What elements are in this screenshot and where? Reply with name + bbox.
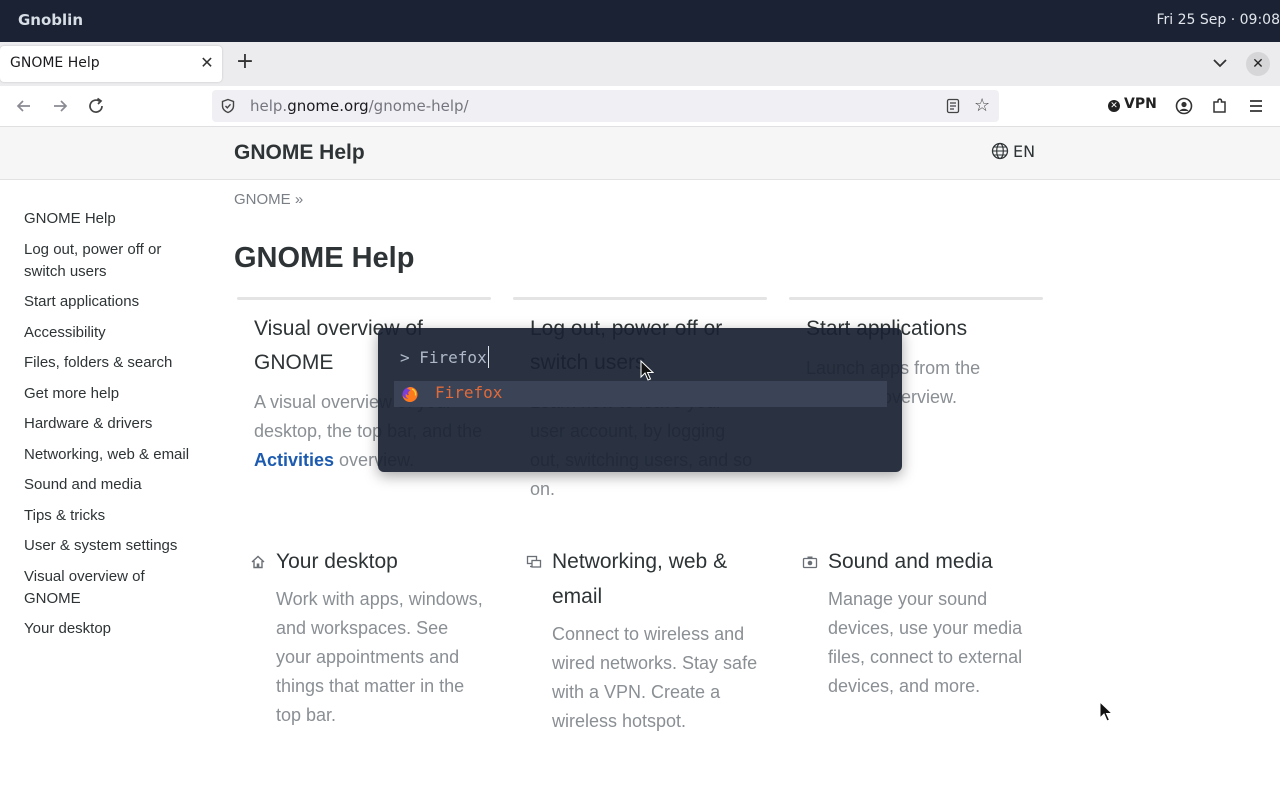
sidebar-item-visual-overview[interactable]: Visual overview of GNOME — [24, 566, 204, 610]
card-title[interactable]: Your desktop — [276, 544, 486, 579]
extensions-icon[interactable] — [1208, 94, 1232, 118]
home-icon — [251, 555, 265, 569]
camera-icon — [802, 556, 818, 569]
card-description: Work with apps, windows, and workspaces.… — [276, 589, 483, 725]
menu-icon[interactable] — [1244, 94, 1268, 118]
close-tab-icon[interactable]: ✕ — [200, 54, 214, 72]
tab-gnome-help[interactable]: GNOME Help ✕ — [0, 46, 222, 82]
card-title[interactable]: Sound and media — [828, 544, 1043, 579]
top-bar: Gnoblin Fri 25 Sep · 09:08 — [0, 0, 1280, 42]
card-networking[interactable]: Networking, web & email Connect to wirel… — [552, 544, 767, 736]
tab-title: GNOME Help — [10, 55, 100, 71]
back-icon[interactable] — [12, 94, 36, 118]
tab-strip: GNOME Help ✕ + ✕ — [0, 42, 1280, 86]
site-security-icon[interactable] — [220, 98, 236, 114]
page-title: GNOME Help — [234, 242, 415, 274]
card-divider — [513, 297, 767, 300]
card-divider — [237, 297, 491, 300]
sidebar-item-hardware[interactable]: Hardware & drivers — [24, 413, 204, 435]
url-text[interactable]: help.gnome.org/gnome-help/ — [250, 97, 469, 115]
window-close-button[interactable]: ✕ — [1246, 52, 1270, 76]
sidebar-item-get-more-help[interactable]: Get more help — [24, 383, 204, 405]
app-launcher-popup[interactable]: > Firefox Firefox — [378, 328, 902, 472]
page-header: GNOME Help EN — [0, 127, 1280, 180]
sidebar-item-start-applications[interactable]: Start applications — [24, 291, 204, 313]
network-icon — [526, 555, 542, 568]
sidebar-item-log-out[interactable]: Log out, power off or switch users — [24, 239, 204, 283]
firefox-icon — [402, 387, 418, 402]
mouse-cursor-icon — [1099, 701, 1113, 722]
launcher-result-firefox[interactable]: Firefox — [394, 381, 887, 407]
reader-view-icon[interactable] — [945, 98, 961, 114]
sidebar-item-gnome-help[interactable]: GNOME Help — [24, 208, 204, 230]
launcher-result-label: Firefox — [435, 383, 503, 402]
card-title[interactable]: Networking, web & email — [552, 544, 767, 614]
sidebar-item-files[interactable]: Files, folders & search — [24, 352, 204, 374]
launcher-search-input[interactable]: > Firefox — [400, 346, 489, 368]
reload-icon[interactable] — [84, 94, 108, 118]
mouse-cursor-icon — [640, 360, 654, 381]
globe-icon — [991, 142, 1009, 160]
sidebar-item-accessibility[interactable]: Accessibility — [24, 322, 204, 344]
sidebar-nav: GNOME Help Log out, power off or switch … — [24, 208, 204, 649]
language-selector[interactable]: EN — [991, 142, 1035, 161]
breadcrumb[interactable]: GNOME » — [234, 191, 303, 208]
new-tab-button[interactable]: + — [234, 50, 256, 74]
list-all-tabs-icon[interactable] — [1209, 52, 1231, 74]
sidebar-item-sound[interactable]: Sound and media — [24, 474, 204, 496]
vpn-button[interactable]: ✕ VPN — [1108, 96, 1157, 112]
sidebar-item-tips[interactable]: Tips & tricks — [24, 505, 204, 527]
card-sound-media[interactable]: Sound and media Manage your sound device… — [828, 544, 1043, 701]
card-description: Manage your sound devices, use your medi… — [828, 589, 1023, 696]
bookmark-star-icon[interactable]: ☆ — [974, 96, 990, 116]
activities-link[interactable]: Activities — [254, 450, 334, 470]
card-description: Connect to wireless and wired networks. … — [552, 624, 758, 731]
card-your-desktop[interactable]: Your desktop Work with apps, windows, an… — [276, 544, 486, 730]
sidebar-item-your-desktop[interactable]: Your desktop — [24, 618, 204, 640]
site-brand[interactable]: GNOME Help — [234, 141, 365, 165]
forward-icon[interactable] — [48, 94, 72, 118]
sidebar-item-settings[interactable]: User & system settings — [24, 535, 204, 557]
address-bar[interactable]: help.gnome.org/gnome-help/ ☆ — [212, 90, 999, 122]
account-icon[interactable] — [1172, 94, 1196, 118]
activities-app-name[interactable]: Gnoblin — [18, 11, 83, 29]
sidebar-item-networking[interactable]: Networking, web & email — [24, 444, 204, 466]
navigation-bar: help.gnome.org/gnome-help/ ☆ ✕ VPN — [0, 86, 1280, 127]
vpn-status-icon: ✕ — [1108, 100, 1120, 112]
card-divider — [789, 297, 1043, 300]
clock[interactable]: Fri 25 Sep · 09:08 — [1157, 12, 1280, 28]
text-caret — [487, 346, 489, 368]
